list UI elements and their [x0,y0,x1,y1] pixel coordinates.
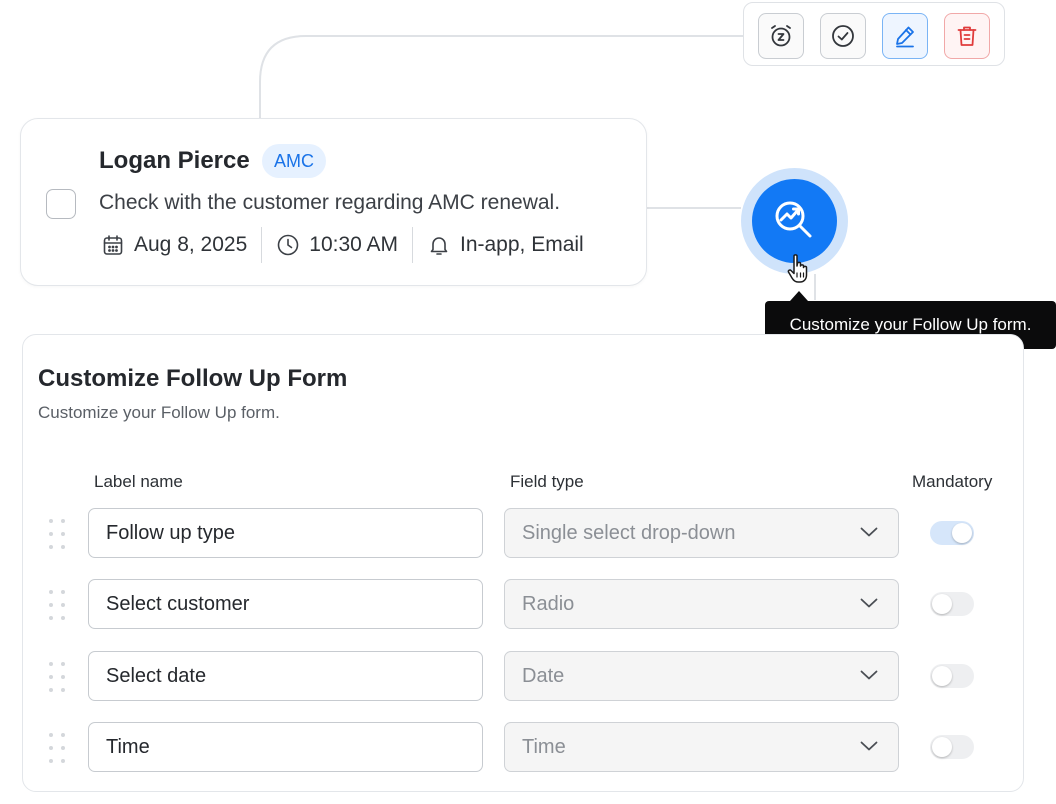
task-time: 10:30 AM [276,233,398,257]
trash-icon [957,26,977,46]
field-type-value: Date [522,665,565,687]
customize-form-panel: Customize Follow Up Form Customize your … [22,334,1024,792]
toggle-knob [932,737,952,757]
task-date: Aug 8, 2025 [101,233,247,257]
label-name-input[interactable]: Select date [88,651,483,701]
field-type-select[interactable]: Single select drop-down [504,508,899,558]
task-channels-value: In-app, Email [460,233,584,256]
task-complete-checkbox[interactable] [46,189,76,219]
form-field-row: Follow up type Single select drop-down [23,508,1023,560]
task-time-value: 10:30 AM [309,233,398,256]
drag-handle-icon[interactable] [47,662,67,692]
snooze-button[interactable] [758,13,804,59]
drag-handle-icon[interactable] [47,590,67,620]
edit-icon [896,26,914,48]
toggle-knob [932,666,952,686]
label-name-input[interactable]: Follow up type [88,508,483,558]
mandatory-toggle[interactable] [930,592,974,616]
drag-handle-icon[interactable] [47,519,67,549]
field-type-value: Single select drop-down [522,522,736,544]
edit-button[interactable] [882,13,928,59]
field-type-select[interactable]: Date [504,651,899,701]
clock-icon [277,234,299,256]
check-circle-icon [832,25,854,47]
form-field-row: Select date Date [23,651,1023,703]
follow-up-showcase: Logan Pierce AMC Check with the customer… [0,0,1056,804]
task-description: Check with the customer regarding AMC re… [99,191,561,214]
mandatory-toggle[interactable] [930,664,974,688]
mandatory-toggle[interactable] [930,521,974,545]
calendar-icon [103,235,123,255]
column-header-field-type: Field type [510,472,584,491]
task-action-toolbar [743,2,1005,66]
panel-subtitle: Customize your Follow Up form. [38,403,280,422]
mark-done-button[interactable] [820,13,866,59]
search-analytics-icon [775,201,811,238]
field-type-value: Radio [522,593,575,615]
field-type-value: Time [522,736,566,758]
meta-divider [412,227,413,263]
chevron-down-icon [860,670,878,680]
task-reminder-channels: In-app, Email [427,233,584,257]
hand-cursor-icon [787,254,808,283]
field-type-select[interactable]: Time [504,722,899,772]
field-type-select[interactable]: Radio [504,579,899,629]
panel-title: Customize Follow Up Form [38,365,348,392]
column-header-mandatory: Mandatory [912,472,993,491]
chevron-down-icon [860,741,878,751]
meta-divider [261,227,263,263]
label-name-input[interactable]: Time [88,722,483,772]
bell-icon [430,237,448,255]
delete-button[interactable] [944,13,990,59]
column-header-label: Label name [94,472,183,491]
follow-up-task-card: Logan Pierce AMC Check with the customer… [20,118,647,286]
task-tag-badge: AMC [262,144,326,178]
toggle-knob [932,594,952,614]
mandatory-toggle[interactable] [930,735,974,759]
snooze-icon [771,25,791,47]
form-field-row: Time Time [23,722,1023,774]
chevron-down-icon [860,598,878,608]
tooltip-arrow [790,291,808,301]
drag-handle-icon[interactable] [47,733,67,763]
label-name-input[interactable]: Select customer [88,579,483,629]
chevron-down-icon [860,527,878,537]
task-meta: Aug 8, 2025 10:30 AM In-app, Email [101,227,584,263]
customer-name: Logan Pierce [99,147,250,174]
customize-form-button[interactable] [752,179,837,263]
form-field-row: Select customer Radio [23,579,1023,631]
task-date-value: Aug 8, 2025 [134,233,248,256]
toggle-knob [952,523,972,543]
